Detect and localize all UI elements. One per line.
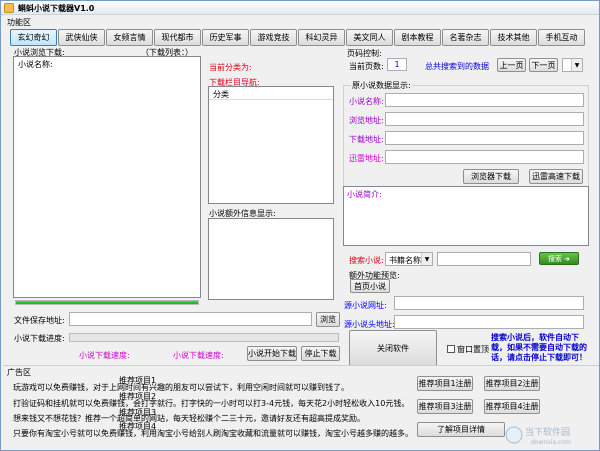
tab-category[interactable]: 女频言情	[106, 29, 153, 46]
thunder-url-label: 迅雷地址:	[349, 154, 384, 163]
raw-data-label: 原小说数据显示:	[351, 80, 412, 91]
total-pages-text: 总共搜索到的数据	[425, 62, 489, 71]
tab-category[interactable]: 手机互动	[538, 29, 585, 46]
stop-download-button[interactable]: 停止下载	[301, 346, 340, 361]
search-type-select[interactable]: 书籍名称 ▼	[385, 252, 433, 266]
download-progress-bar	[69, 333, 339, 342]
tab-category[interactable]: 玄幻奇幻	[10, 29, 57, 46]
tab-category[interactable]: 现代都市	[154, 29, 201, 46]
thunder-url-input[interactable]	[385, 150, 584, 164]
search-input[interactable]	[437, 252, 531, 266]
source-url-label: 源小说网址:	[344, 301, 387, 310]
tab-category[interactable]: 剧本教程	[394, 29, 441, 46]
extra-info-box[interactable]	[208, 218, 334, 300]
start-download-button[interactable]: 小说开始下载	[247, 346, 297, 361]
watermark-text: 当下软件园	[525, 426, 570, 438]
browser-download-button[interactable]: 浏览器下载	[463, 169, 519, 184]
novel-list[interactable]: 小说名称:	[13, 56, 201, 298]
recommend-4-register-button[interactable]: 推荐项目4注册	[484, 399, 540, 414]
browse-path-button[interactable]: 浏览	[316, 312, 340, 327]
source-url-input[interactable]	[394, 296, 584, 310]
homepage-novel-button[interactable]: 首页小说	[350, 279, 390, 293]
download-url-label: 下载地址:	[349, 135, 384, 144]
watermark-subtext: downxia.com	[531, 439, 571, 446]
search-go-button[interactable]: 搜索 ➜	[539, 252, 579, 265]
ad-line[interactable]: 只要你有淘宝小号就可以免费赚钱，利用淘宝小号给别人刷淘宝收藏和流量就可以赚钱，淘…	[13, 428, 413, 439]
source-header-label: 源小说头地址:	[344, 320, 395, 329]
browse-url-input[interactable]	[385, 112, 584, 126]
speed-label-mid: 小说下载速度:	[173, 351, 224, 360]
current-category-label: 当前分类为:	[209, 63, 252, 72]
watermark: 当下软件园 downxia.com	[505, 426, 571, 446]
tab-category[interactable]: 科幻灵异	[298, 29, 345, 46]
function-area-label: 功能区	[7, 18, 31, 27]
learn-more-button[interactable]: 了解项目详情	[417, 422, 505, 437]
watermark-logo-icon	[505, 426, 523, 444]
dropdown-arrow-icon: ▼	[571, 59, 582, 71]
window-top-label: 窗口置顶	[457, 345, 489, 354]
source-header-input[interactable]	[394, 315, 584, 329]
header-divider	[209, 99, 333, 100]
speed-label-left: 小说下载速度:	[79, 351, 130, 360]
search-hint-text: 搜索小说后，软件自动下载，如果不需要自动下载的话，请点击停止下载即可！	[491, 333, 587, 362]
page-control-label: 页码控制:	[347, 49, 382, 58]
search-label: 搜索小说:	[349, 256, 384, 265]
tab-category[interactable]: 名著杂志	[442, 29, 489, 46]
prev-page-button[interactable]: 上一页	[497, 58, 526, 72]
window-top-checkbox[interactable]	[447, 345, 455, 353]
recommend-3-register-button[interactable]: 推荐项目3注册	[417, 399, 473, 414]
current-page-label: 当前页数:	[349, 62, 384, 71]
download-progress-label: 小说下载进度:	[14, 334, 65, 343]
category-nav-list[interactable]: 分类	[208, 86, 334, 204]
recommend-2-register-button[interactable]: 推荐项目2注册	[484, 376, 540, 391]
next-page-button[interactable]: 下一页	[529, 58, 558, 72]
search-type-value: 书籍名称	[389, 256, 421, 265]
browse-url-label: 浏览地址:	[349, 116, 384, 125]
tab-category[interactable]: 游戏竞技	[250, 29, 297, 46]
dropdown-arrow-icon: ▼	[421, 253, 432, 265]
page-select[interactable]: ▼	[562, 58, 583, 72]
window-title: 蝌蚪小说下载器V1.0	[18, 4, 95, 13]
save-path-input[interactable]	[69, 312, 312, 326]
tab-category[interactable]: 技术其他	[490, 29, 537, 46]
save-path-label: 文件保存地址:	[14, 316, 65, 325]
ad-line[interactable]: 想来钱又不想花钱？推荐一个超简单的网站，每天轻松赚个二三十元，邀请好友还有超高提…	[13, 413, 365, 424]
ad-line[interactable]: 玩游戏可以免费赚钱，对于上网时间有兴趣的朋友可以尝试下，利用空闲时间就可以赚到钱…	[13, 382, 349, 393]
current-page-field[interactable]: 1	[387, 58, 407, 71]
close-app-button[interactable]: 关闭软件	[349, 330, 437, 366]
list-progress-bar	[15, 300, 199, 305]
intro-textbox[interactable]: 小说简介:	[343, 186, 589, 246]
download-url-input[interactable]	[385, 131, 584, 145]
novel-name-header: 小说名称:	[18, 60, 53, 69]
ad-area-label: 广告区	[7, 368, 31, 377]
name-field-label: 小说名称:	[349, 97, 384, 106]
intro-label: 小说简介:	[347, 190, 382, 199]
tab-category[interactable]: 历史军事	[202, 29, 249, 46]
app-icon	[4, 3, 14, 13]
list-progress-fill	[16, 301, 198, 304]
title-bar: 蝌蚪小说下载器V1.0	[1, 1, 599, 15]
ad-line[interactable]: 打验证码和挂机就可以免费赚钱，会打字就行。打字快的一小时可以打3-4元钱，每天花…	[13, 398, 409, 409]
thunder-download-button[interactable]: 迅雷高速下载	[529, 169, 583, 184]
main-window: 蝌蚪小说下载器V1.0 功能区 玄幻奇幻 武侠仙侠 女频言情 现代都市 历史军事 游戏竞技…	[0, 0, 600, 451]
novel-name-input[interactable]	[385, 93, 584, 107]
ad-divider	[3, 365, 599, 366]
tab-category[interactable]: 美文同人	[346, 29, 393, 46]
recommend-1-register-button[interactable]: 推荐项目1注册	[417, 376, 473, 391]
tab-category[interactable]: 武侠仙侠	[58, 29, 105, 46]
